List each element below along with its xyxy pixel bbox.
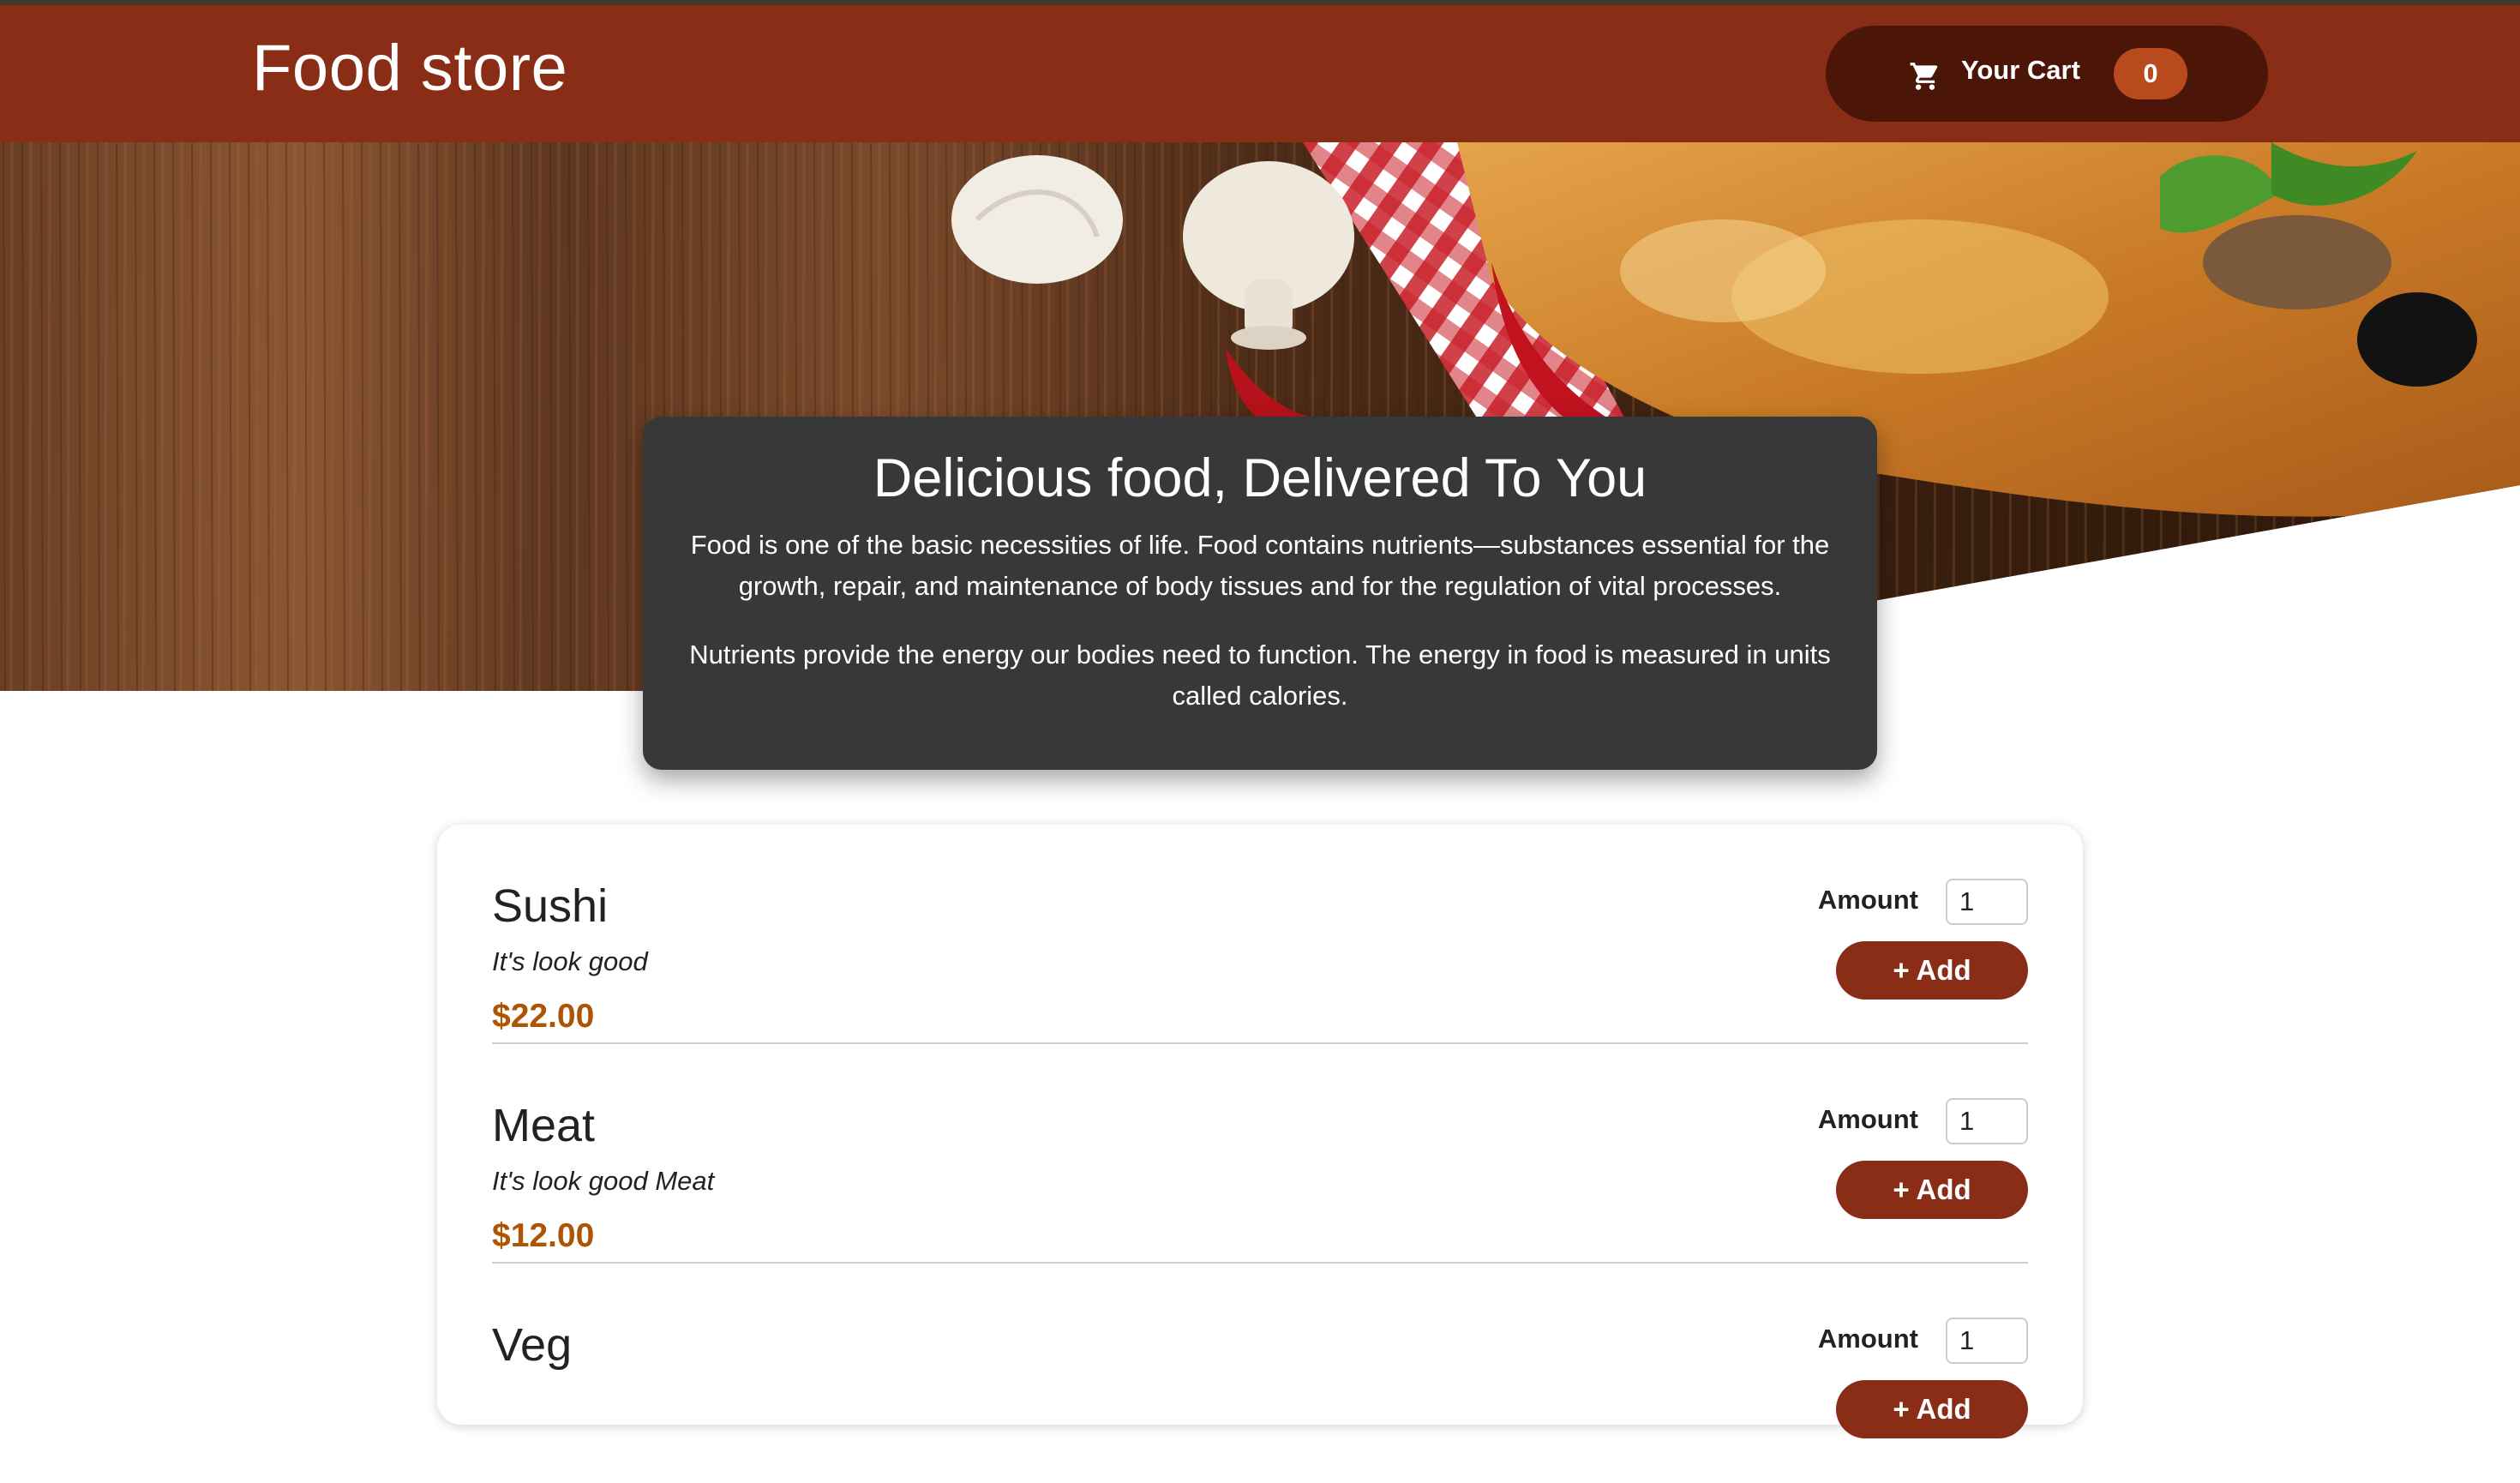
amount-input[interactable] bbox=[1946, 879, 2028, 925]
meal-price: $22.00 bbox=[492, 998, 595, 1035]
add-button[interactable]: + Add bbox=[1836, 1380, 2028, 1438]
amount-input[interactable] bbox=[1946, 1318, 2028, 1364]
meal-item-sushi: Sushi It's look good $22.00 Amount + Add bbox=[492, 825, 2028, 1044]
meal-description: It's look good Meat bbox=[492, 1166, 715, 1196]
meal-price: $12.00 bbox=[492, 1217, 595, 1254]
cart-label: Your Cart bbox=[1961, 55, 2080, 85]
amount-label: Amount bbox=[1817, 885, 1918, 915]
meal-description: It's look good bbox=[492, 946, 648, 976]
brand-title: Food store bbox=[252, 32, 568, 105]
summary-paragraph-2: Nutrients provide the energy our bodies … bbox=[689, 639, 1831, 711]
amount-label: Amount bbox=[1817, 1324, 1918, 1354]
add-button[interactable]: + Add bbox=[1836, 941, 2028, 1000]
meal-name: Veg bbox=[492, 1319, 573, 1371]
meal-name: Meat bbox=[492, 1100, 596, 1151]
meal-item-meat: Meat It's look good Meat $12.00 Amount +… bbox=[492, 1044, 2028, 1264]
cart-count-badge: 0 bbox=[2114, 48, 2187, 99]
summary-paragraph-1: Food is one of the basic necessities of … bbox=[690, 530, 1830, 601]
summary-card: Delicious food, Delivered To You Food is… bbox=[643, 417, 1877, 770]
cart-icon bbox=[1910, 63, 1938, 90]
meals-card: Sushi It's look good $22.00 Amount + Add… bbox=[437, 825, 2083, 1438]
amount-input[interactable] bbox=[1946, 1098, 2028, 1144]
app-header: Food store Your Cart 0 bbox=[0, 5, 2520, 142]
meal-item-veg: Veg Amount + Add bbox=[492, 1264, 2028, 1483]
summary-title: Delicious food, Delivered To You bbox=[873, 448, 1647, 508]
cart-button[interactable]: Your Cart 0 bbox=[1826, 26, 2268, 122]
add-button[interactable]: + Add bbox=[1836, 1161, 2028, 1219]
amount-label: Amount bbox=[1817, 1104, 1918, 1134]
meal-name: Sushi bbox=[492, 880, 609, 932]
